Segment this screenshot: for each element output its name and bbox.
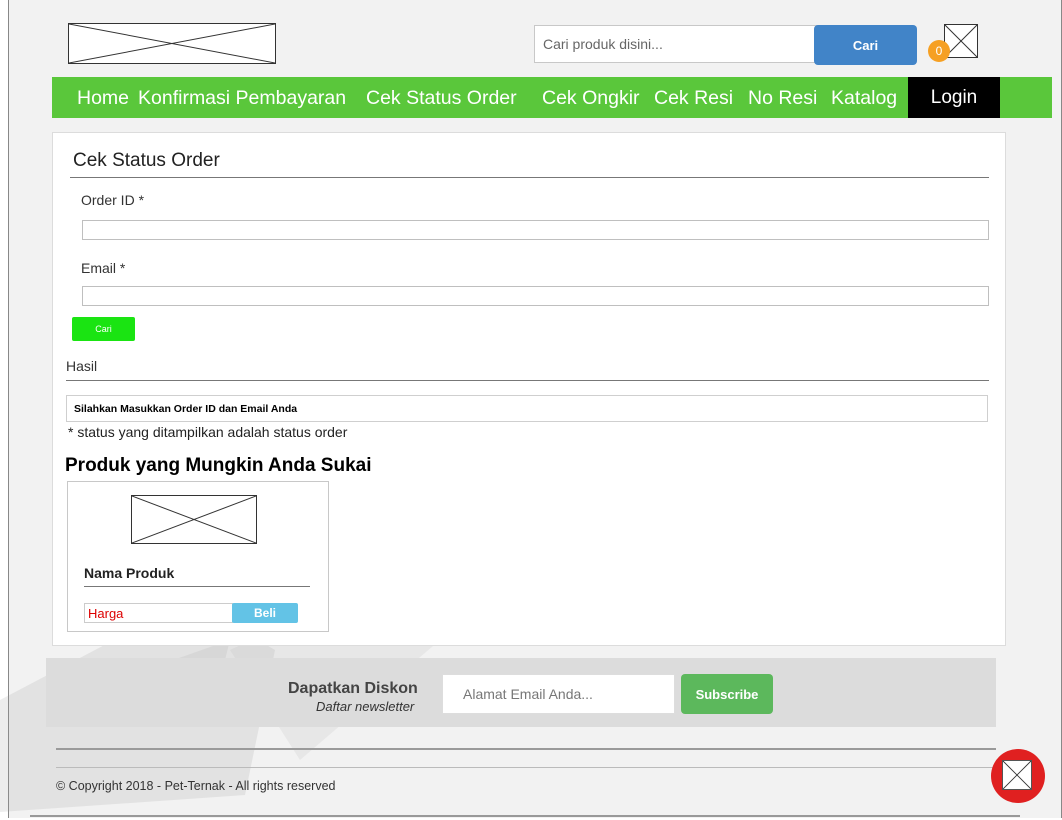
nav-item-cek-ongkir[interactable]: Cek Ongkir [542,77,640,118]
cart-count-badge[interactable]: 0 [928,40,950,62]
title-divider [70,177,989,178]
order-id-label: Order ID * [81,192,145,208]
buy-button[interactable]: Beli [232,603,298,623]
search-button[interactable]: Cari [814,25,917,65]
image-placeholder-icon [1002,760,1032,790]
nav-item-no-resi[interactable]: No Resi [748,77,817,118]
footer-divider-top [56,748,996,750]
nav-item-cek-status-order[interactable]: Cek Status Order [366,77,517,118]
nav-item-konfirmasi-pembayaran[interactable]: Konfirmasi Pembayaran [138,77,346,118]
email-label: Email * [81,260,126,276]
recommendations-title: Produk yang Mungkin Anda Sukai [65,455,372,476]
order-id-input[interactable] [82,220,989,240]
page-title: Cek Status Order [73,150,220,171]
result-message-box: Silahkan Masukkan Order ID dan Email And… [66,395,988,422]
chat-help-icon[interactable] [991,749,1045,803]
newsletter-email-input[interactable] [442,674,675,714]
product-image[interactable] [131,495,257,544]
email-input[interactable] [82,286,989,306]
footer-bottom-line [30,815,1020,817]
product-name[interactable]: Nama Produk [84,565,174,581]
product-divider [84,586,310,587]
result-heading: Hasil [66,358,98,374]
newsletter-subtitle: Daftar newsletter [316,699,415,714]
product-price: Harga [84,603,233,623]
status-note: * status yang ditampilkan adalah status … [68,424,348,440]
result-divider [66,380,989,381]
copyright-text: © Copyright 2018 - Pet-Ternak - All righ… [56,779,336,793]
nav-item-katalog[interactable]: Katalog [831,77,897,118]
newsletter-title: Dapatkan Diskon [288,680,418,697]
main-navbar: Home Konfirmasi Pembayaran Cek Status Or… [52,77,1052,118]
login-button[interactable]: Login [908,77,1000,118]
footer-divider [56,767,996,768]
subscribe-button[interactable]: Subscribe [681,674,773,714]
search-input[interactable] [534,25,818,63]
check-order-button[interactable]: Cari [72,317,135,341]
nav-item-home[interactable]: Home [77,77,129,118]
nav-item-cek-resi[interactable]: Cek Resi [654,77,733,118]
logo-image[interactable] [68,23,276,64]
